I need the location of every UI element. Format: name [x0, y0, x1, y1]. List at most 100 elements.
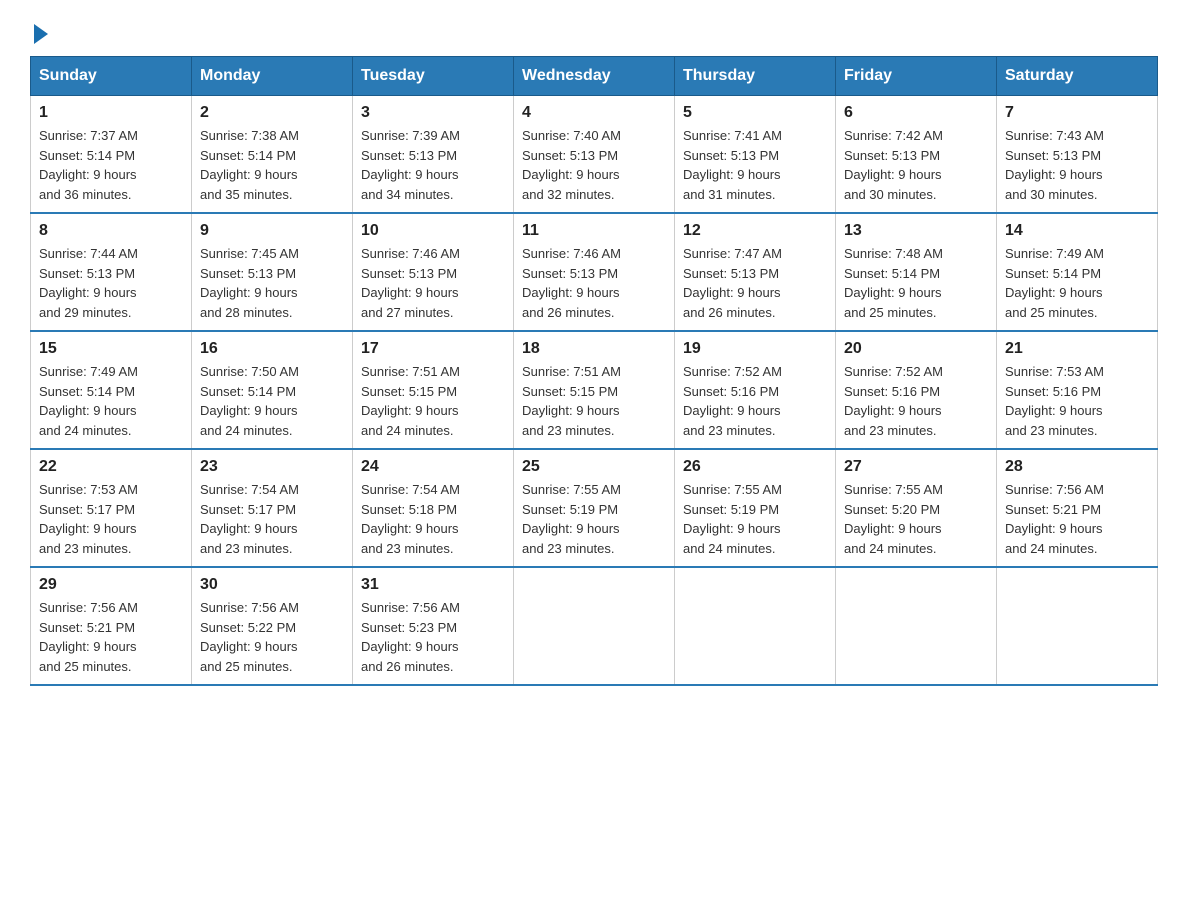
calendar-day-cell: 2 Sunrise: 7:38 AM Sunset: 5:14 PM Dayli…: [192, 96, 353, 214]
calendar-day-cell: 27 Sunrise: 7:55 AM Sunset: 5:20 PM Dayl…: [836, 449, 997, 567]
day-info: Sunrise: 7:54 AM Sunset: 5:18 PM Dayligh…: [361, 480, 505, 558]
day-info: Sunrise: 7:52 AM Sunset: 5:16 PM Dayligh…: [683, 362, 827, 440]
day-number: 8: [39, 222, 183, 240]
calendar-day-header: Sunday: [31, 57, 192, 96]
day-number: 19: [683, 340, 827, 358]
calendar-day-cell: 19 Sunrise: 7:52 AM Sunset: 5:16 PM Dayl…: [675, 331, 836, 449]
day-number: 1: [39, 104, 183, 122]
day-info: Sunrise: 7:53 AM Sunset: 5:16 PM Dayligh…: [1005, 362, 1149, 440]
day-info: Sunrise: 7:47 AM Sunset: 5:13 PM Dayligh…: [683, 244, 827, 322]
calendar-day-cell: [997, 567, 1158, 685]
day-number: 16: [200, 340, 344, 358]
day-number: 14: [1005, 222, 1149, 240]
calendar-day-cell: 9 Sunrise: 7:45 AM Sunset: 5:13 PM Dayli…: [192, 213, 353, 331]
calendar-day-cell: 12 Sunrise: 7:47 AM Sunset: 5:13 PM Dayl…: [675, 213, 836, 331]
calendar-body: 1 Sunrise: 7:37 AM Sunset: 5:14 PM Dayli…: [31, 96, 1158, 686]
day-info: Sunrise: 7:56 AM Sunset: 5:22 PM Dayligh…: [200, 598, 344, 676]
calendar-day-cell: 11 Sunrise: 7:46 AM Sunset: 5:13 PM Dayl…: [514, 213, 675, 331]
day-info: Sunrise: 7:38 AM Sunset: 5:14 PM Dayligh…: [200, 126, 344, 204]
day-number: 21: [1005, 340, 1149, 358]
calendar-day-header: Wednesday: [514, 57, 675, 96]
day-number: 13: [844, 222, 988, 240]
day-info: Sunrise: 7:51 AM Sunset: 5:15 PM Dayligh…: [522, 362, 666, 440]
logo: [30, 20, 48, 40]
calendar-day-cell: [514, 567, 675, 685]
calendar-day-cell: 13 Sunrise: 7:48 AM Sunset: 5:14 PM Dayl…: [836, 213, 997, 331]
day-number: 2: [200, 104, 344, 122]
day-info: Sunrise: 7:55 AM Sunset: 5:20 PM Dayligh…: [844, 480, 988, 558]
day-info: Sunrise: 7:50 AM Sunset: 5:14 PM Dayligh…: [200, 362, 344, 440]
calendar-day-cell: 8 Sunrise: 7:44 AM Sunset: 5:13 PM Dayli…: [31, 213, 192, 331]
day-number: 6: [844, 104, 988, 122]
day-info: Sunrise: 7:55 AM Sunset: 5:19 PM Dayligh…: [683, 480, 827, 558]
day-number: 9: [200, 222, 344, 240]
day-number: 10: [361, 222, 505, 240]
calendar-week-row: 1 Sunrise: 7:37 AM Sunset: 5:14 PM Dayli…: [31, 96, 1158, 214]
day-number: 29: [39, 576, 183, 594]
day-info: Sunrise: 7:52 AM Sunset: 5:16 PM Dayligh…: [844, 362, 988, 440]
day-info: Sunrise: 7:49 AM Sunset: 5:14 PM Dayligh…: [39, 362, 183, 440]
day-number: 30: [200, 576, 344, 594]
calendar-day-cell: 5 Sunrise: 7:41 AM Sunset: 5:13 PM Dayli…: [675, 96, 836, 214]
day-info: Sunrise: 7:40 AM Sunset: 5:13 PM Dayligh…: [522, 126, 666, 204]
calendar-day-cell: 20 Sunrise: 7:52 AM Sunset: 5:16 PM Dayl…: [836, 331, 997, 449]
day-info: Sunrise: 7:51 AM Sunset: 5:15 PM Dayligh…: [361, 362, 505, 440]
day-number: 31: [361, 576, 505, 594]
day-number: 3: [361, 104, 505, 122]
calendar-day-cell: 14 Sunrise: 7:49 AM Sunset: 5:14 PM Dayl…: [997, 213, 1158, 331]
calendar-day-cell: 31 Sunrise: 7:56 AM Sunset: 5:23 PM Dayl…: [353, 567, 514, 685]
calendar-day-header: Thursday: [675, 57, 836, 96]
day-number: 23: [200, 458, 344, 476]
day-info: Sunrise: 7:45 AM Sunset: 5:13 PM Dayligh…: [200, 244, 344, 322]
day-info: Sunrise: 7:39 AM Sunset: 5:13 PM Dayligh…: [361, 126, 505, 204]
day-number: 20: [844, 340, 988, 358]
calendar-day-cell: 25 Sunrise: 7:55 AM Sunset: 5:19 PM Dayl…: [514, 449, 675, 567]
day-number: 5: [683, 104, 827, 122]
day-info: Sunrise: 7:43 AM Sunset: 5:13 PM Dayligh…: [1005, 126, 1149, 204]
calendar-day-cell: 3 Sunrise: 7:39 AM Sunset: 5:13 PM Dayli…: [353, 96, 514, 214]
day-number: 15: [39, 340, 183, 358]
calendar-day-cell: [836, 567, 997, 685]
calendar-day-cell: 30 Sunrise: 7:56 AM Sunset: 5:22 PM Dayl…: [192, 567, 353, 685]
calendar-day-cell: 29 Sunrise: 7:56 AM Sunset: 5:21 PM Dayl…: [31, 567, 192, 685]
calendar-day-header: Friday: [836, 57, 997, 96]
page-header: [30, 20, 1158, 40]
calendar-day-cell: 18 Sunrise: 7:51 AM Sunset: 5:15 PM Dayl…: [514, 331, 675, 449]
day-number: 27: [844, 458, 988, 476]
day-info: Sunrise: 7:53 AM Sunset: 5:17 PM Dayligh…: [39, 480, 183, 558]
day-info: Sunrise: 7:54 AM Sunset: 5:17 PM Dayligh…: [200, 480, 344, 558]
day-number: 11: [522, 222, 666, 240]
calendar-day-cell: 7 Sunrise: 7:43 AM Sunset: 5:13 PM Dayli…: [997, 96, 1158, 214]
calendar-day-cell: 15 Sunrise: 7:49 AM Sunset: 5:14 PM Dayl…: [31, 331, 192, 449]
calendar-table: SundayMondayTuesdayWednesdayThursdayFrid…: [30, 56, 1158, 686]
day-number: 18: [522, 340, 666, 358]
day-info: Sunrise: 7:56 AM Sunset: 5:21 PM Dayligh…: [1005, 480, 1149, 558]
day-number: 17: [361, 340, 505, 358]
day-number: 4: [522, 104, 666, 122]
day-number: 22: [39, 458, 183, 476]
day-info: Sunrise: 7:49 AM Sunset: 5:14 PM Dayligh…: [1005, 244, 1149, 322]
day-info: Sunrise: 7:44 AM Sunset: 5:13 PM Dayligh…: [39, 244, 183, 322]
calendar-day-cell: 10 Sunrise: 7:46 AM Sunset: 5:13 PM Dayl…: [353, 213, 514, 331]
day-info: Sunrise: 7:48 AM Sunset: 5:14 PM Dayligh…: [844, 244, 988, 322]
calendar-day-cell: 23 Sunrise: 7:54 AM Sunset: 5:17 PM Dayl…: [192, 449, 353, 567]
calendar-day-header: Tuesday: [353, 57, 514, 96]
day-info: Sunrise: 7:56 AM Sunset: 5:23 PM Dayligh…: [361, 598, 505, 676]
calendar-week-row: 15 Sunrise: 7:49 AM Sunset: 5:14 PM Dayl…: [31, 331, 1158, 449]
calendar-week-row: 8 Sunrise: 7:44 AM Sunset: 5:13 PM Dayli…: [31, 213, 1158, 331]
calendar-header-row: SundayMondayTuesdayWednesdayThursdayFrid…: [31, 57, 1158, 96]
day-info: Sunrise: 7:46 AM Sunset: 5:13 PM Dayligh…: [361, 244, 505, 322]
calendar-day-cell: 1 Sunrise: 7:37 AM Sunset: 5:14 PM Dayli…: [31, 96, 192, 214]
day-number: 7: [1005, 104, 1149, 122]
calendar-day-cell: 21 Sunrise: 7:53 AM Sunset: 5:16 PM Dayl…: [997, 331, 1158, 449]
calendar-day-cell: 6 Sunrise: 7:42 AM Sunset: 5:13 PM Dayli…: [836, 96, 997, 214]
calendar-week-row: 29 Sunrise: 7:56 AM Sunset: 5:21 PM Dayl…: [31, 567, 1158, 685]
day-info: Sunrise: 7:56 AM Sunset: 5:21 PM Dayligh…: [39, 598, 183, 676]
calendar-day-cell: [675, 567, 836, 685]
calendar-day-cell: 22 Sunrise: 7:53 AM Sunset: 5:17 PM Dayl…: [31, 449, 192, 567]
calendar-day-cell: 17 Sunrise: 7:51 AM Sunset: 5:15 PM Dayl…: [353, 331, 514, 449]
day-number: 28: [1005, 458, 1149, 476]
calendar-day-header: Saturday: [997, 57, 1158, 96]
calendar-day-header: Monday: [192, 57, 353, 96]
logo-arrow-icon: [34, 24, 48, 44]
